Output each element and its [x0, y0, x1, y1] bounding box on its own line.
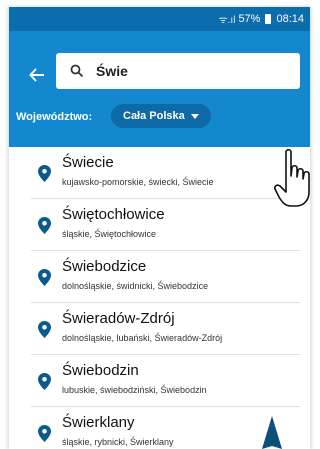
location-pin-icon — [38, 165, 51, 182]
hand-pointer-icon — [274, 148, 310, 207]
place-name: Świerklany — [62, 414, 135, 431]
place-details: śląskie, Świętochłowice — [62, 229, 157, 239]
caret-down-icon — [190, 113, 199, 119]
place-details: dolnośląskie, lubański, Świeradów-Zdrój — [62, 333, 223, 343]
place-name: Świętochłowice — [62, 206, 165, 223]
list-item[interactable]: Świeradów-Zdrój dolnośląskie, lubański, … — [9, 303, 310, 355]
battery-icon — [265, 14, 272, 24]
place-details: dolnośląskie, świdnicki, Świebodzice — [62, 281, 209, 291]
region-dropdown-value: Cała Polska — [123, 110, 185, 122]
place-name: Świebodzin — [62, 362, 139, 379]
search-icon — [70, 64, 84, 78]
place-name: Świeradów-Zdrój — [62, 310, 175, 327]
clock: 08:14 — [276, 13, 304, 25]
list-item[interactable]: Świebodzice dolnośląskie, świdnicki, Świ… — [9, 251, 310, 303]
phone-screen: ᯤ.ıl 57% 08:14 Województwo: Cała Polska … — [9, 7, 310, 449]
place-name: Świebodzice — [62, 258, 147, 275]
location-pin-icon — [38, 373, 51, 390]
list-item[interactable]: Świętochłowice śląskie, Świętochłowice — [9, 199, 310, 251]
signal-icon: ᯤ.ıl — [218, 15, 236, 26]
search-box[interactable] — [56, 53, 300, 89]
search-header: Województwo: Cała Polska — [9, 31, 310, 147]
results-list: Świecie kujawsko-pomorskie, świecki, Świ… — [9, 147, 310, 449]
place-details: śląskie, rybnicki, Świerklany — [62, 437, 174, 447]
location-pin-icon — [38, 321, 51, 338]
back-button[interactable] — [29, 67, 49, 87]
arrow-indicator-icon — [262, 416, 282, 449]
place-details: kujawsko-pomorskie, świecki, Świecie — [62, 177, 214, 187]
region-label: Województwo: — [16, 111, 93, 123]
search-input[interactable] — [96, 63, 286, 79]
place-details: lubuskie, świebodziński, Świebodzin — [62, 385, 207, 395]
arrow-left-icon — [29, 68, 44, 82]
location-pin-icon — [38, 217, 51, 234]
region-dropdown[interactable]: Cała Polska — [111, 104, 211, 128]
list-item[interactable]: Świebodzin lubuskie, świebodziński, Świe… — [9, 355, 310, 407]
location-pin-icon — [38, 425, 51, 442]
list-item[interactable]: Świecie kujawsko-pomorskie, świecki, Świ… — [9, 147, 310, 199]
place-name: Świecie — [62, 154, 114, 171]
battery-percent: 57% — [238, 13, 261, 25]
status-bar: ᯤ.ıl 57% 08:14 — [9, 7, 310, 31]
location-pin-icon — [38, 269, 51, 286]
